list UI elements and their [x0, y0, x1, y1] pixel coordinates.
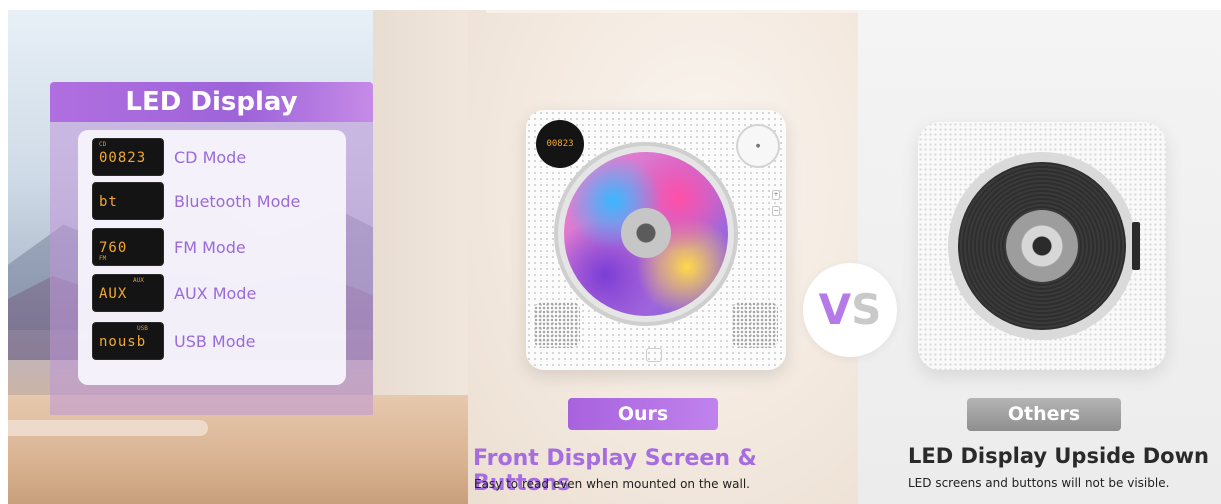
mode-row-bluetooth: bt Bluetooth Mode — [92, 182, 300, 220]
comparison-banner: LED Display CD 00823 CD Mode bt Bluetoot… — [8, 10, 1221, 504]
ours-badge: Ours — [568, 398, 718, 430]
vs-letter-s: S — [851, 285, 882, 334]
led-mode-list: CD 00823 CD Mode bt Bluetooth Mode FM 76… — [78, 130, 346, 385]
ours-subtitle: Easy to read even when mounted on the wa… — [474, 477, 750, 491]
others-cd-player — [918, 122, 1166, 370]
disc-hub — [621, 208, 671, 258]
others-subtitle: LED screens and buttons will not be visi… — [908, 476, 1170, 490]
mode-label: USB Mode — [174, 331, 256, 351]
disc-hub — [1006, 210, 1078, 282]
lcd-tag: FM — [99, 255, 107, 262]
front-led-display: 00823 — [536, 120, 584, 168]
volume-down-icon: − — [772, 206, 780, 216]
mode-label: FM Mode — [174, 237, 246, 257]
lcd-tag: CD — [99, 141, 107, 148]
vs-letter-v: V — [818, 285, 852, 334]
lcd-screen: AUX AUX — [92, 274, 164, 312]
lcd-readout: AUX — [99, 286, 128, 302]
mode-row-usb: USB nousb USB Mode — [92, 322, 256, 360]
lcd-readout: 00823 — [99, 150, 147, 166]
side-slot — [1132, 222, 1140, 270]
lcd-tag: USB — [137, 325, 148, 332]
vs-badge: VS — [803, 263, 897, 357]
lcd-screen: FM 760 — [92, 228, 164, 266]
control-pad-icon: ● — [736, 124, 780, 168]
lcd-tag: AUX — [133, 277, 144, 284]
mode-row-fm: FM 760 FM Mode — [92, 228, 246, 266]
mode-label: Bluetooth Mode — [174, 191, 301, 211]
lcd-readout: bt — [99, 194, 118, 210]
speaker-right — [732, 302, 778, 348]
ours-cd-player: 00823 ● + − — [526, 110, 786, 370]
speaker-left — [534, 302, 580, 348]
mode-label: CD Mode — [174, 147, 247, 167]
lcd-screen: CD 00823 — [92, 138, 164, 176]
mode-row-cd: CD 00823 CD Mode — [92, 138, 246, 176]
mode-label: AUX Mode — [174, 283, 257, 303]
mode-row-aux: AUX AUX AUX Mode — [92, 274, 256, 312]
others-title: LED Display Upside Down — [908, 444, 1209, 468]
volume-up-icon: + — [772, 190, 780, 200]
lcd-readout: 760 — [99, 240, 128, 256]
lcd-screen: USB nousb — [92, 322, 164, 360]
lcd-screen: bt — [92, 182, 164, 220]
usb-slot-icon — [646, 348, 662, 362]
led-display-heading: LED Display — [50, 82, 373, 122]
table-edge — [8, 420, 208, 436]
top-highlight — [486, 10, 866, 13]
lcd-readout: nousb — [99, 334, 147, 350]
others-badge: Others — [967, 398, 1121, 431]
